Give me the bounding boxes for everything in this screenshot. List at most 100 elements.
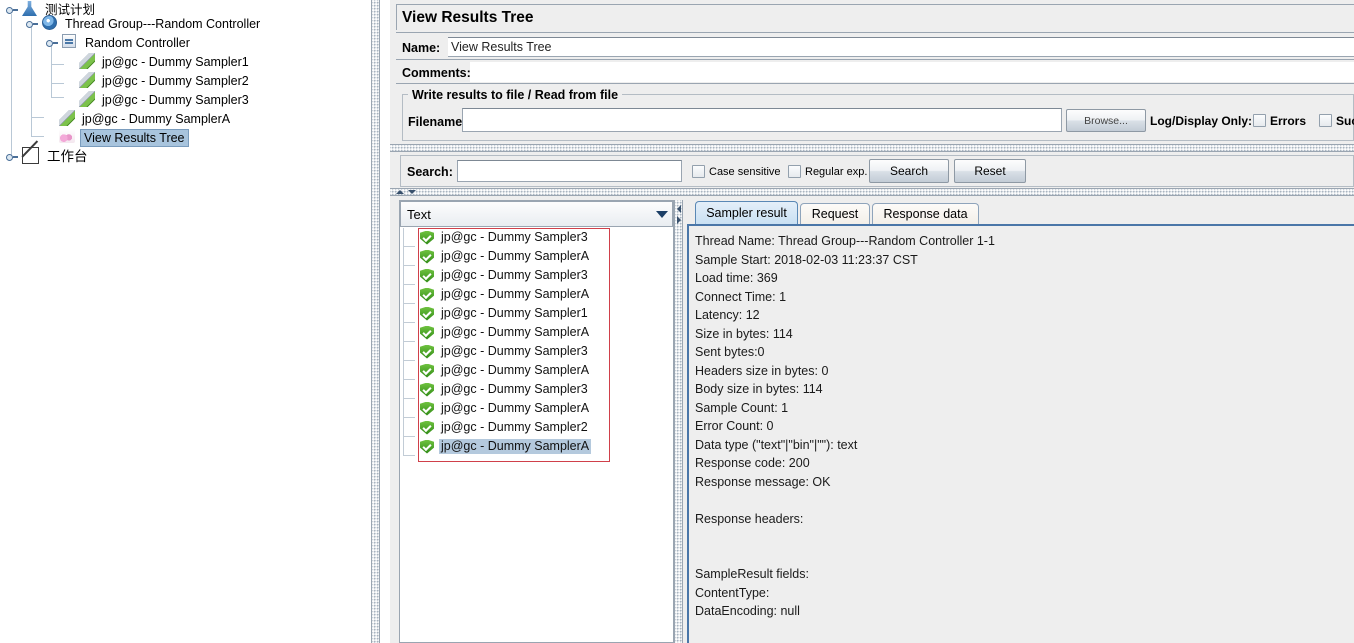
expand-handle-icon[interactable] <box>6 150 19 163</box>
tree-node-label: Random Controller <box>85 35 190 50</box>
tree-connector <box>51 64 64 65</box>
result-list-item[interactable]: jp@gc - Dummy SamplerA <box>400 247 673 266</box>
test-plan-tree[interactable]: 测试计划 Thread Group---Random Controller Ra… <box>0 0 371 643</box>
result-list-item[interactable]: jp@gc - Dummy SamplerA <box>400 323 673 342</box>
collapse-right-arrow-icon[interactable] <box>677 216 681 224</box>
config-splitter[interactable] <box>390 144 1354 152</box>
detail-body: Thread Name: Thread Group---Random Contr… <box>687 224 1354 643</box>
success-shield-icon <box>420 420 434 435</box>
result-list-item[interactable]: jp@gc - Dummy Sampler3 <box>400 380 673 399</box>
tree-connector <box>51 45 52 97</box>
comments-input[interactable] <box>470 62 1354 82</box>
tab-sampler-result[interactable]: Sampler result <box>695 201 798 224</box>
renderer-combobox[interactable]: Text <box>400 201 673 227</box>
tree-connector <box>403 380 415 399</box>
success-shield-icon <box>420 287 434 302</box>
result-list-item[interactable]: jp@gc - Dummy SamplerA <box>400 437 673 456</box>
tab-request[interactable]: Request <box>800 203 870 224</box>
errors-checkbox[interactable] <box>1253 114 1266 127</box>
tree-node-dummy-sampler2[interactable]: jp@gc - Dummy Sampler2 <box>79 71 251 90</box>
result-list-item[interactable]: jp@gc - Dummy SamplerA <box>400 399 673 418</box>
result-list-item[interactable]: jp@gc - Dummy Sampler1 <box>400 304 673 323</box>
dummy-sampler-icon <box>79 91 96 108</box>
search-label: Search: <box>407 165 453 179</box>
success-shield-icon <box>420 268 434 283</box>
tree-connector <box>403 247 415 266</box>
expand-handle-icon[interactable] <box>26 17 39 30</box>
renderer-combobox-value: Text <box>407 206 431 222</box>
success-shield-icon <box>420 382 434 397</box>
collapse-down-arrow-icon[interactable] <box>408 190 416 194</box>
success-shield-icon <box>420 230 434 245</box>
filename-label: Filename <box>408 115 463 129</box>
tree-connector <box>403 437 415 456</box>
divider <box>396 32 1354 33</box>
result-list-item-label: jp@gc - Dummy SamplerA <box>441 363 590 377</box>
result-list-item[interactable]: jp@gc - Dummy SamplerA <box>400 361 673 380</box>
result-list-item[interactable]: jp@gc - Dummy SamplerA <box>400 285 673 304</box>
panel-gap <box>382 0 390 643</box>
expand-handle-icon[interactable] <box>46 36 59 49</box>
results-splitter[interactable] <box>674 200 683 643</box>
result-list-item-label: jp@gc - Dummy SamplerA <box>441 249 590 263</box>
case-sensitive-label: Case sensitive <box>709 166 781 178</box>
main-splitter[interactable] <box>371 0 380 643</box>
detail-panel: Sampler result Request Response data Thr… <box>687 200 1354 643</box>
tree-connector <box>403 342 415 361</box>
result-list-item[interactable]: jp@gc - Dummy Sampler3 <box>400 228 673 247</box>
results-list-panel: Text jp@gc - Dummy Sampler3 jp@gc - Dummy… <box>399 200 674 643</box>
tree-node-dummy-samplerA[interactable]: jp@gc - Dummy SamplerA <box>59 109 232 128</box>
tree-node-dummy-sampler1[interactable]: jp@gc - Dummy Sampler1 <box>79 52 251 71</box>
result-items-list[interactable]: jp@gc - Dummy Sampler3 jp@gc - Dummy Samp… <box>400 228 673 642</box>
result-list-item[interactable]: jp@gc - Dummy Sampler2 <box>400 418 673 437</box>
tree-node-label: jp@gc - Dummy Sampler3 <box>102 92 249 107</box>
expand-handle-icon[interactable] <box>6 3 19 16</box>
collapse-up-arrow-icon[interactable] <box>396 190 404 194</box>
filename-input[interactable] <box>462 108 1062 132</box>
tree-node-view-results-tree[interactable]: View Results Tree <box>59 128 189 147</box>
tab-response-data[interactable]: Response data <box>872 203 979 224</box>
dummy-sampler-icon <box>79 53 96 70</box>
tree-node-random-controller[interactable]: Random Controller <box>46 33 192 52</box>
tree-connector <box>403 304 415 323</box>
tree-connector <box>403 266 415 285</box>
search-button[interactable]: Search <box>869 159 949 183</box>
tree-node-thread-group[interactable]: Thread Group---Random Controller <box>26 14 262 33</box>
log-display-only-label: Log/Display Only: <box>1150 114 1253 128</box>
result-list-item[interactable]: jp@gc - Dummy Sampler3 <box>400 342 673 361</box>
tree-node-label: View Results Tree <box>80 128 189 147</box>
comments-label: Comments: <box>402 66 471 80</box>
success-shield-icon <box>420 401 434 416</box>
tree-connector <box>31 117 44 118</box>
tree-node-workbench[interactable]: 工作台 <box>6 147 90 166</box>
successes-checkbox[interactable] <box>1319 114 1332 127</box>
tree-connector <box>11 14 12 159</box>
success-shield-icon <box>420 439 434 454</box>
search-input[interactable] <box>457 160 682 182</box>
name-label: Name: <box>402 41 441 55</box>
divider <box>396 83 1354 84</box>
result-list-item-label: jp@gc - Dummy Sampler3 <box>441 268 588 282</box>
tree-connector <box>403 228 415 247</box>
tree-connector <box>403 399 415 418</box>
random-controller-icon <box>62 34 79 51</box>
view-results-tree-icon <box>59 129 76 146</box>
tree-node-dummy-sampler3[interactable]: jp@gc - Dummy Sampler3 <box>79 90 251 109</box>
result-list-item-label: jp@gc - Dummy SamplerA <box>441 401 590 415</box>
success-shield-icon <box>420 325 434 340</box>
chevron-down-icon[interactable] <box>656 211 668 218</box>
success-shield-icon <box>420 344 434 359</box>
divider <box>396 59 1354 60</box>
result-list-item[interactable]: jp@gc - Dummy Sampler3 <box>400 266 673 285</box>
regular-exp-checkbox[interactable] <box>788 165 801 178</box>
name-input[interactable]: View Results Tree <box>448 37 1354 57</box>
case-sensitive-checkbox[interactable] <box>692 165 705 178</box>
workbench-icon <box>22 147 41 166</box>
result-list-item-label: jp@gc - Dummy SamplerA <box>439 439 592 454</box>
collapse-left-arrow-icon[interactable] <box>677 205 681 213</box>
browse-button[interactable]: Browse... <box>1066 109 1146 132</box>
reset-button[interactable]: Reset <box>954 159 1026 183</box>
search-splitter[interactable] <box>390 188 1354 196</box>
result-list-item-label: jp@gc - Dummy SamplerA <box>441 325 590 339</box>
tree-connector <box>51 97 64 98</box>
